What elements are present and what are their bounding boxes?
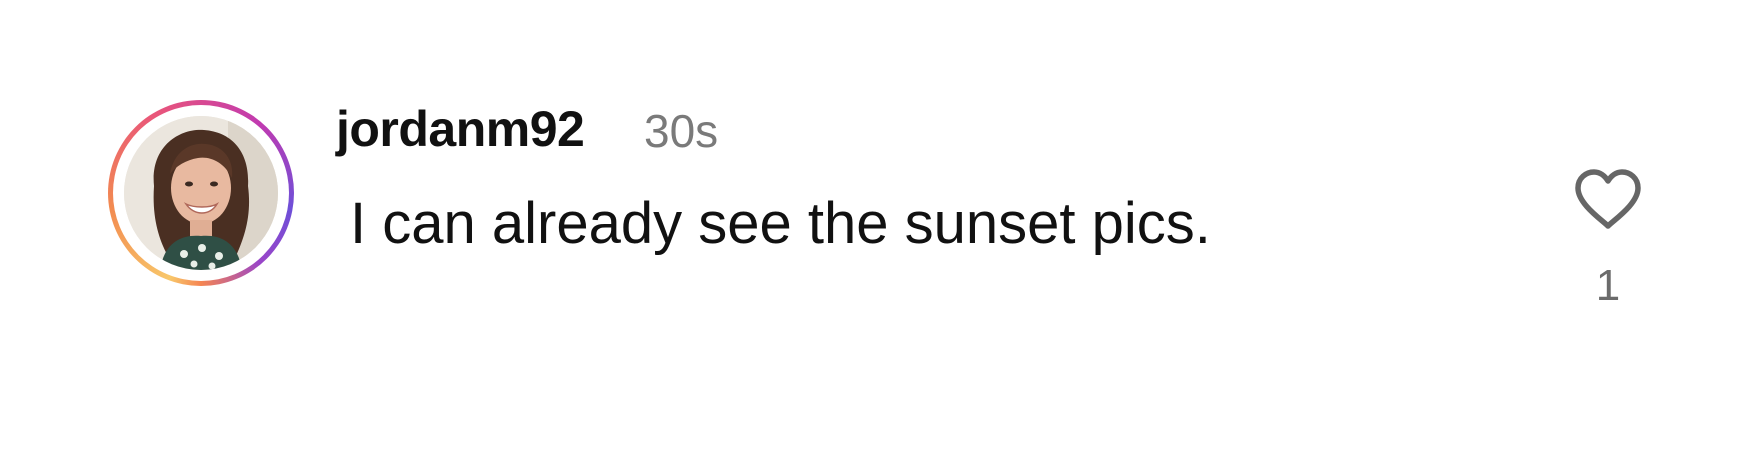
- comment-timestamp: 30s: [644, 105, 719, 157]
- comment-text: I can already see the sunset pics.: [350, 191, 1211, 256]
- avatar-story-ring[interactable]: [108, 100, 294, 286]
- heart-outline-icon: [1575, 169, 1641, 229]
- comment-item: jordanm92 30s I can already see the suns…: [0, 0, 1747, 458]
- like-count: 1: [1595, 261, 1621, 310]
- comment-username[interactable]: jordanm92: [336, 102, 585, 157]
- like-button[interactable]: [1568, 160, 1648, 240]
- avatar[interactable]: [124, 116, 278, 270]
- avatar-photo-icon: [124, 116, 278, 270]
